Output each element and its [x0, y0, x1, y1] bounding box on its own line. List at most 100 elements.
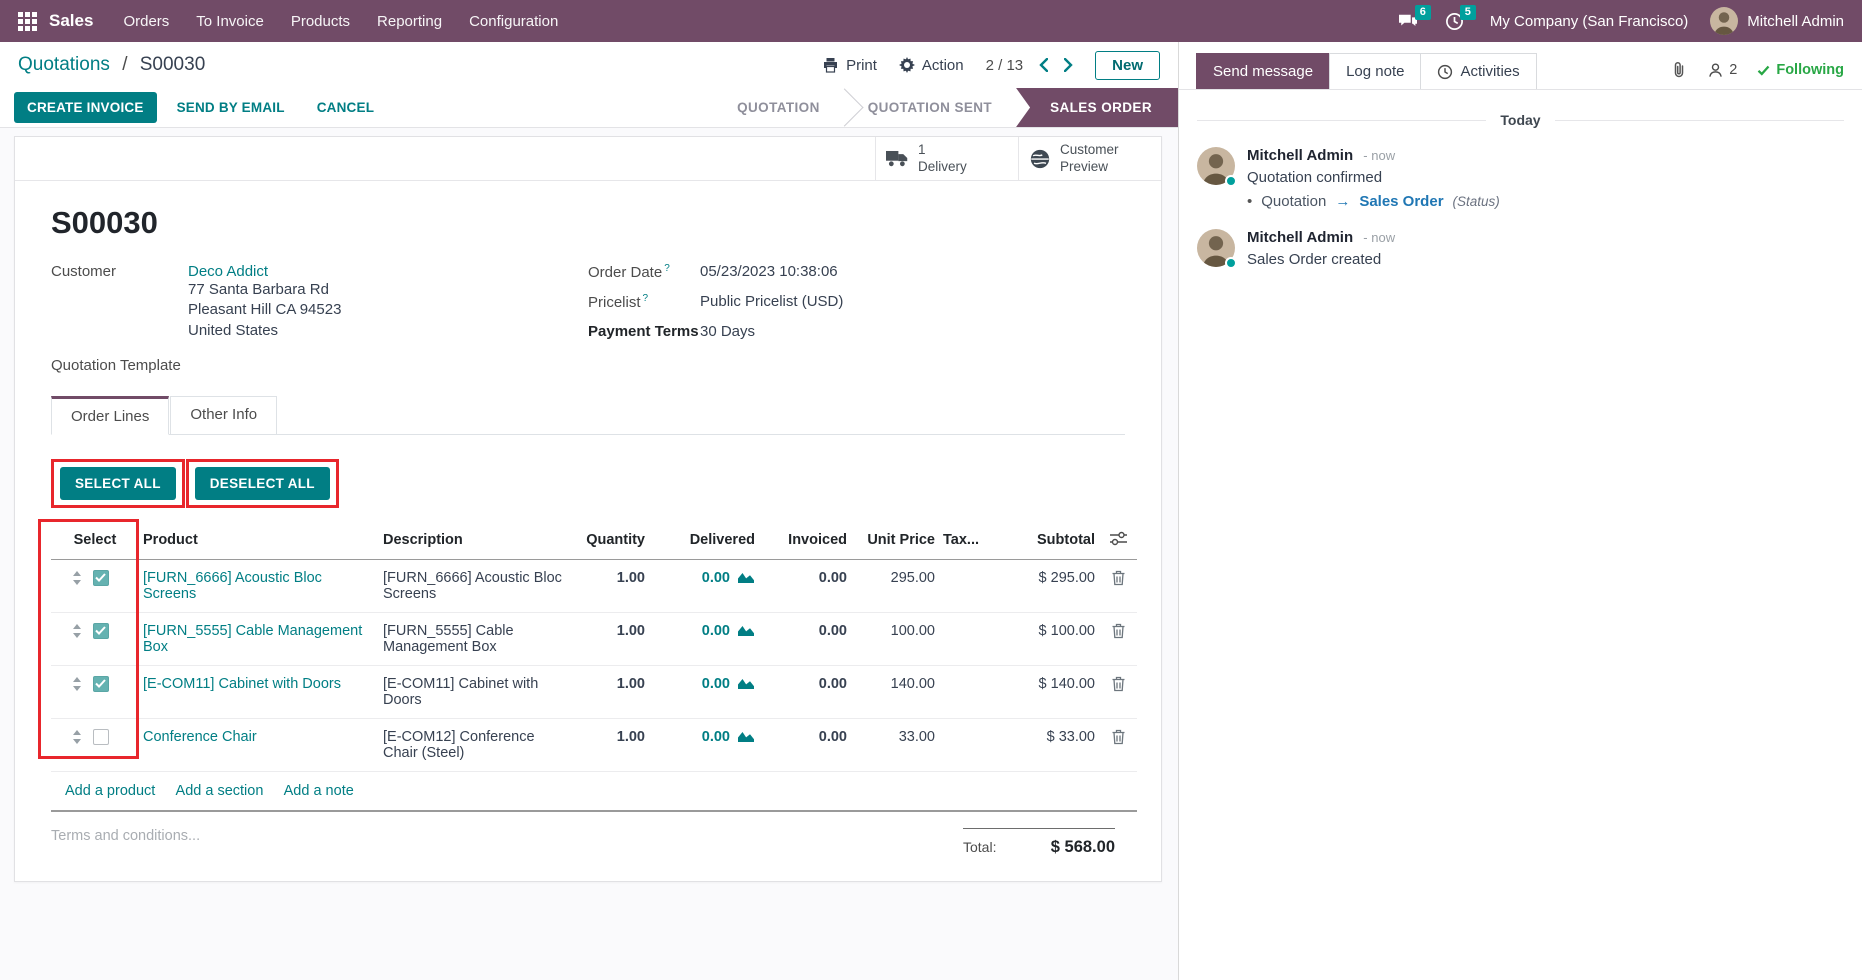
add-a-section-link[interactable]: Add a section [176, 783, 264, 799]
new-button[interactable]: New [1095, 51, 1160, 80]
header-select[interactable]: Select [51, 522, 139, 560]
row-select-checkbox[interactable] [93, 676, 109, 692]
quantity-cell[interactable]: 1.00 [569, 612, 649, 665]
menu-products[interactable]: Products [291, 13, 350, 30]
app-name-sales[interactable]: Sales [49, 11, 93, 31]
unit-price-cell[interactable]: 100.00 [851, 612, 939, 665]
unit-price-cell[interactable]: 33.00 [851, 718, 939, 771]
add-a-product-link[interactable]: Add a product [65, 783, 155, 799]
taxes-cell[interactable] [939, 665, 989, 718]
header-description[interactable]: Description [379, 522, 569, 560]
header-unit-price[interactable]: Unit Price [851, 522, 939, 560]
row-select-checkbox[interactable] [93, 623, 109, 639]
terms-and-conditions-input[interactable]: Terms and conditions... [51, 828, 200, 857]
description-cell[interactable]: [E-COM11] Cabinet with Doors [379, 665, 569, 718]
cancel-button[interactable]: CANCEL [305, 92, 386, 123]
apps-menu-icon[interactable] [18, 12, 37, 31]
row-select-checkbox[interactable] [93, 570, 109, 586]
tab-order-lines[interactable]: Order Lines [51, 396, 169, 435]
delete-row-icon[interactable] [1111, 570, 1126, 586]
delete-row-icon[interactable] [1111, 676, 1126, 692]
product-link[interactable]: [E-COM11] Cabinet with Doors [143, 676, 341, 692]
unit-price-cell[interactable]: 140.00 [851, 665, 939, 718]
delivered-cell[interactable]: 0.00 [702, 570, 730, 586]
invoiced-cell[interactable]: 0.00 [759, 612, 851, 665]
pager-previous-icon[interactable] [1039, 58, 1048, 72]
followers-button[interactable]: 2 [1707, 62, 1737, 78]
description-cell[interactable]: [E-COM12] Conference Chair (Steel) [379, 718, 569, 771]
action-button[interactable]: Action [899, 57, 964, 74]
quantity-cell[interactable]: 1.00 [569, 559, 649, 612]
step-quotation[interactable]: QUOTATION [713, 88, 844, 127]
drag-handle-icon[interactable] [72, 571, 82, 585]
taxes-cell[interactable] [939, 718, 989, 771]
send-message-button[interactable]: Send message [1196, 53, 1330, 89]
activities-button[interactable]: Activities [1420, 53, 1536, 89]
invoiced-cell[interactable]: 0.00 [759, 665, 851, 718]
activities-clock-icon[interactable]: 5 [1445, 12, 1464, 31]
product-link[interactable]: [FURN_6666] Acoustic Bloc Screens [143, 570, 322, 602]
avatar[interactable] [1197, 229, 1235, 267]
forecast-chart-icon[interactable] [737, 624, 755, 637]
product-link[interactable]: [FURN_5555] Cable Management Box [143, 623, 362, 655]
delivered-cell[interactable]: 0.00 [702, 676, 730, 692]
description-cell[interactable]: [FURN_6666] Acoustic Bloc Screens [379, 559, 569, 612]
customer-preview-smart-button[interactable]: Customer Preview [1018, 137, 1161, 180]
delete-row-icon[interactable] [1111, 623, 1126, 639]
description-cell[interactable]: [FURN_5555] Cable Management Box [379, 612, 569, 665]
step-quotation-sent[interactable]: QUOTATION SENT [844, 88, 1016, 127]
drag-handle-icon[interactable] [72, 677, 82, 691]
menu-reporting[interactable]: Reporting [377, 13, 442, 30]
invoiced-cell[interactable]: 0.00 [759, 718, 851, 771]
payment-terms-value[interactable]: 30 Days [700, 323, 755, 340]
forecast-chart-icon[interactable] [737, 677, 755, 690]
log-note-button[interactable]: Log note [1329, 53, 1421, 89]
pager-next-icon[interactable] [1064, 58, 1073, 72]
forecast-chart-icon[interactable] [737, 571, 755, 584]
create-invoice-button[interactable]: CREATE INVOICE [14, 92, 157, 123]
following-button[interactable]: Following [1757, 62, 1844, 78]
menu-to-invoice[interactable]: To Invoice [196, 13, 264, 30]
order-date-value[interactable]: 05/23/2023 10:38:06 [700, 263, 838, 281]
row-select-checkbox[interactable] [93, 729, 109, 745]
add-a-note-link[interactable]: Add a note [284, 783, 354, 799]
unit-price-cell[interactable]: 295.00 [851, 559, 939, 612]
user-avatar[interactable] [1710, 7, 1738, 35]
deselect-all-button[interactable]: DESELECT ALL [195, 467, 330, 500]
drag-handle-icon[interactable] [72, 624, 82, 638]
pricelist-value[interactable]: Public Pricelist (USD) [700, 293, 843, 311]
taxes-cell[interactable] [939, 612, 989, 665]
delivered-cell[interactable]: 0.00 [702, 729, 730, 745]
delivery-smart-button[interactable]: 1 Delivery [875, 137, 1018, 180]
breadcrumb-quotations[interactable]: Quotations [18, 54, 110, 75]
header-invoiced[interactable]: Invoiced [759, 522, 851, 560]
invoiced-cell[interactable]: 0.00 [759, 559, 851, 612]
company-switcher[interactable]: My Company (San Francisco) [1490, 13, 1688, 30]
optional-columns-icon[interactable] [1099, 522, 1137, 560]
header-delivered[interactable]: Delivered [649, 522, 759, 560]
message-author[interactable]: Mitchell Admin [1247, 229, 1353, 246]
print-button[interactable]: Print [822, 57, 877, 74]
drag-handle-icon[interactable] [72, 730, 82, 744]
header-quantity[interactable]: Quantity [569, 522, 649, 560]
delivered-cell[interactable]: 0.00 [702, 623, 730, 639]
user-menu[interactable]: Mitchell Admin [1747, 13, 1844, 30]
header-subtotal[interactable]: Subtotal [989, 522, 1099, 560]
delete-row-icon[interactable] [1111, 729, 1126, 745]
messages-icon[interactable]: 6 [1397, 12, 1419, 30]
menu-configuration[interactable]: Configuration [469, 13, 558, 30]
product-link[interactable]: Conference Chair [143, 729, 257, 745]
forecast-chart-icon[interactable] [737, 730, 755, 743]
attachment-paperclip-icon[interactable] [1671, 61, 1687, 79]
send-by-email-button[interactable]: SEND BY EMAIL [165, 92, 297, 123]
select-all-button[interactable]: SELECT ALL [60, 467, 176, 500]
message-author[interactable]: Mitchell Admin [1247, 147, 1353, 164]
header-taxes[interactable]: Tax... [939, 522, 989, 560]
customer-link[interactable]: Deco Addict [188, 263, 341, 280]
quantity-cell[interactable]: 1.00 [569, 718, 649, 771]
tab-other-info[interactable]: Other Info [170, 396, 277, 434]
taxes-cell[interactable] [939, 559, 989, 612]
menu-orders[interactable]: Orders [123, 13, 169, 30]
header-product[interactable]: Product [139, 522, 379, 560]
step-sales-order[interactable]: SALES ORDER [1016, 88, 1178, 127]
